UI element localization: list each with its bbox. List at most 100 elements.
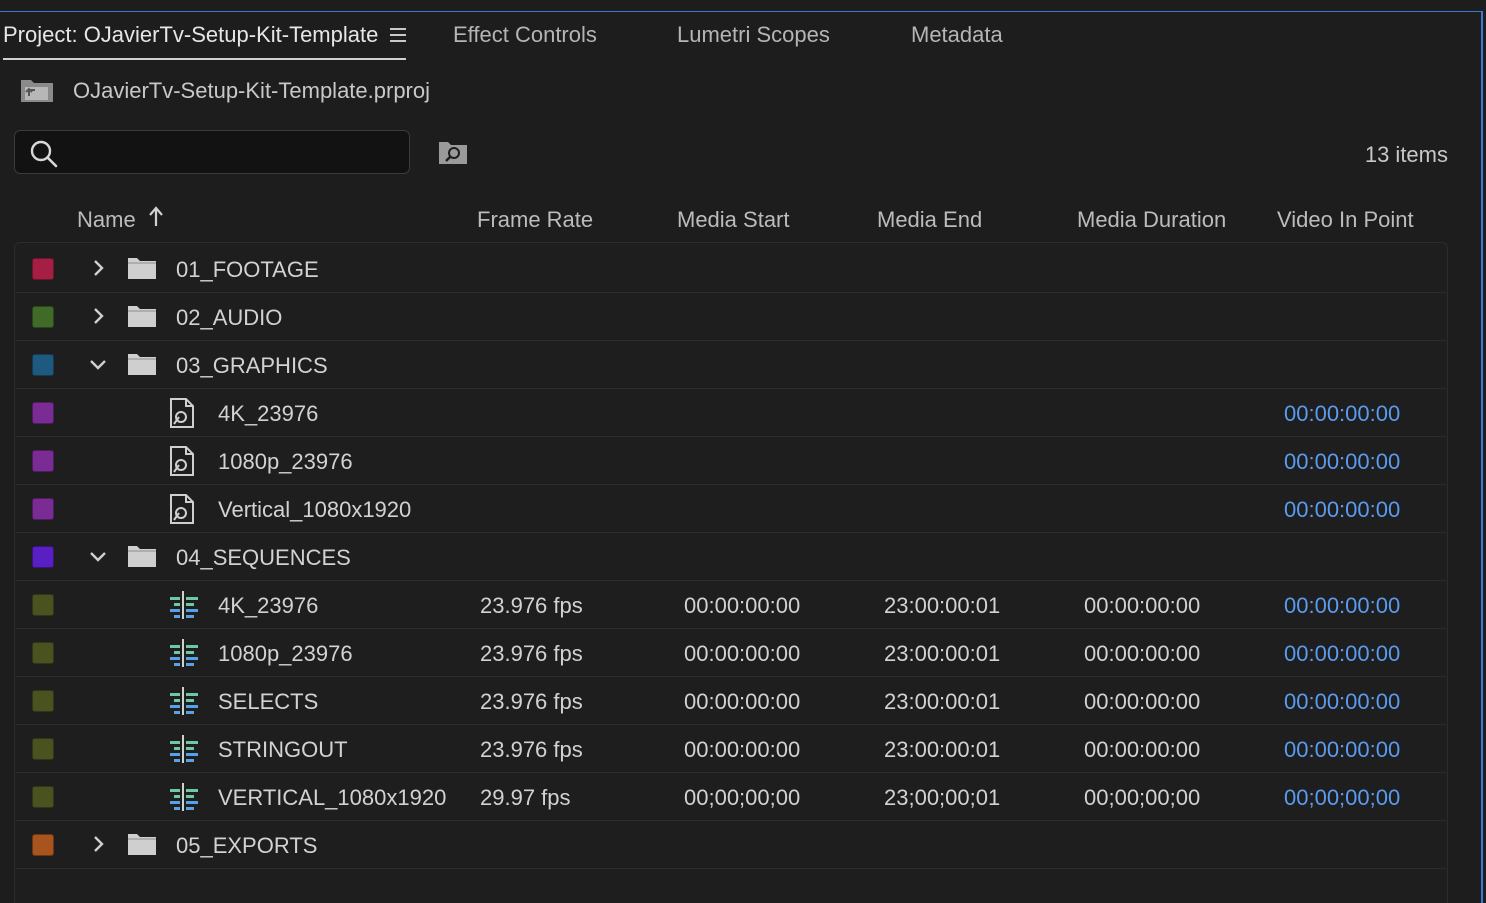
column-header-media-start[interactable]: Media Start — [677, 207, 790, 233]
frame-rate-cell: 23.976 fps — [480, 689, 583, 714]
chevron-right-icon[interactable] — [89, 307, 107, 325]
graphic-file-icon — [169, 398, 195, 433]
label-color-swatch[interactable] — [32, 642, 54, 664]
column-header-media-end[interactable]: Media End — [877, 207, 982, 233]
bin-row[interactable]: 03_GRAPHICS — [16, 341, 1446, 389]
media-end-cell: 23:00:00:01 — [884, 737, 1001, 762]
bin-row[interactable]: 01_FOOTAGE — [16, 245, 1446, 293]
sequence-icon — [169, 734, 199, 769]
label-color-swatch[interactable] — [32, 690, 54, 712]
table-row[interactable]: 4K_23976 23.976 fps 00:00:00:00 23:00:00:01… — [16, 581, 1446, 629]
label-color-swatch[interactable] — [32, 786, 54, 808]
table-row[interactable]: Vertical_1080x1920 00:00:00:00 — [16, 485, 1446, 533]
media-start-cell: 00:00:00:00 — [684, 641, 801, 666]
item-name[interactable]: 1080p_23976 — [218, 449, 353, 475]
video-in-point-cell[interactable]: 00:00:00:00 — [1284, 401, 1400, 427]
table-row[interactable]: 1080p_23976 00:00:00:00 — [16, 437, 1446, 485]
table-row[interactable]: 4K_23976 00:00:00:00 — [16, 389, 1446, 437]
video-in-point-cell[interactable]: 00:00:00:00 — [1284, 641, 1400, 667]
video-in-point-cell[interactable]: 00:00:00:00 — [1284, 689, 1400, 715]
bin-name[interactable]: 02_AUDIO — [176, 305, 282, 331]
item-name[interactable]: VERTICAL_1080x1920 — [218, 785, 446, 811]
chevron-right-icon[interactable] — [89, 259, 107, 277]
project-filename: OJavierTv-Setup-Kit-Template.prproj — [73, 78, 431, 103]
sequence-icon — [169, 782, 199, 817]
video-in-point-cell[interactable]: 00:00:00:00 — [1284, 497, 1400, 523]
media-duration-cell: 00:00:00:00 — [1084, 593, 1201, 618]
label-color-swatch[interactable] — [32, 498, 54, 520]
item-name[interactable]: SELECTS — [218, 689, 318, 715]
media-duration-cell: 00:00:00:00 — [1084, 689, 1201, 714]
label-color-swatch[interactable] — [32, 450, 54, 472]
video-in-point-cell[interactable]: 00;00;00;00 — [1284, 785, 1400, 811]
label-color-swatch[interactable] — [32, 402, 54, 424]
label-color-swatch[interactable] — [32, 354, 54, 376]
media-duration-cell: 00;00;00;00 — [1084, 785, 1201, 810]
media-end-cell: 23:00:00:01 — [884, 689, 1001, 714]
tab-metadata[interactable]: Metadata — [911, 22, 1003, 48]
tab-lumetri-scopes[interactable]: Lumetri Scopes — [677, 22, 830, 48]
item-name[interactable]: 4K_23976 — [218, 593, 318, 619]
search-box[interactable] — [14, 130, 410, 174]
tab-effect-controls[interactable]: Effect Controls — [453, 22, 597, 48]
table-row[interactable]: VERTICAL_1080x1920 29.97 fps 00;00;00;00 23… — [16, 773, 1446, 821]
bin-row[interactable]: 02_AUDIO — [16, 293, 1446, 341]
media-duration-cell: 00:00:00:00 — [1084, 737, 1201, 762]
column-header-frame-rate[interactable]: Frame Rate — [477, 207, 593, 233]
folder-icon — [127, 256, 157, 285]
active-tab-underline — [3, 58, 406, 60]
frame-rate-cell: 23.976 fps — [480, 737, 583, 762]
column-header-media-duration[interactable]: Media Duration — [1077, 207, 1226, 233]
folder-icon — [127, 832, 157, 861]
search-icon — [30, 140, 58, 173]
bin-name[interactable]: 04_SEQUENCES — [176, 545, 351, 571]
sequence-icon — [169, 638, 199, 673]
media-start-cell: 00:00:00:00 — [684, 737, 801, 762]
label-color-swatch[interactable] — [32, 738, 54, 760]
table-row[interactable]: STRINGOUT 23.976 fps 00:00:00:00 23:00:00:0… — [16, 725, 1446, 773]
item-name[interactable]: 4K_23976 — [218, 401, 318, 427]
table-row[interactable]: 1080p_23976 23.976 fps 00:00:00:00 23:00:00… — [16, 629, 1446, 677]
frame-rate-cell: 29.97 fps — [480, 785, 571, 810]
chevron-down-icon[interactable] — [89, 355, 107, 373]
folder-icon — [127, 544, 157, 573]
items-count: 13 items — [1364, 142, 1448, 167]
sort-ascending-icon[interactable] — [148, 206, 164, 233]
bin-row[interactable]: 05_EXPORTS — [16, 821, 1446, 869]
label-color-swatch[interactable] — [32, 258, 54, 280]
bin-name[interactable]: 05_EXPORTS — [176, 833, 317, 859]
sequence-icon — [169, 686, 199, 721]
media-duration-cell: 00:00:00:00 — [1084, 641, 1201, 666]
video-in-point-cell[interactable]: 00:00:00:00 — [1284, 449, 1400, 475]
folder-icon — [127, 352, 157, 381]
project-items-list: 01_FOOTAGE 02_AUDIO 03_GRAPHICS 4K_23976 00:… — [14, 242, 1448, 903]
column-header-video-in-point[interactable]: Video In Point — [1277, 207, 1414, 233]
label-color-swatch[interactable] — [32, 306, 54, 328]
tab-project[interactable]: Project: OJavierTv-Setup-Kit-Template — [3, 22, 378, 48]
find-in-bin-icon[interactable] — [438, 140, 468, 171]
video-in-point-cell[interactable]: 00:00:00:00 — [1284, 593, 1400, 619]
label-color-swatch[interactable] — [32, 834, 54, 856]
video-in-point-cell[interactable]: 00:00:00:00 — [1284, 737, 1400, 763]
bin-name[interactable]: 01_FOOTAGE — [176, 257, 319, 283]
column-header-name[interactable]: Name — [77, 207, 136, 233]
panel-menu-icon[interactable] — [390, 28, 406, 42]
item-name[interactable]: Vertical_1080x1920 — [218, 497, 411, 523]
item-name[interactable]: 1080p_23976 — [218, 641, 353, 667]
media-start-cell: 00:00:00:00 — [684, 689, 801, 714]
label-color-swatch[interactable] — [32, 594, 54, 616]
panel-focus-border-right — [1481, 11, 1483, 903]
bin-name[interactable]: 03_GRAPHICS — [176, 353, 328, 379]
graphic-file-icon — [169, 494, 195, 529]
search-input[interactable] — [75, 137, 399, 169]
sequence-icon — [169, 590, 199, 625]
label-color-swatch[interactable] — [32, 546, 54, 568]
item-name[interactable]: STRINGOUT — [218, 737, 348, 763]
table-row[interactable]: SELECTS 23.976 fps 00:00:00:00 23:00:00:01 0… — [16, 677, 1446, 725]
chevron-right-icon[interactable] — [89, 835, 107, 853]
media-end-cell: 23:00:00:01 — [884, 641, 1001, 666]
bin-row[interactable]: 04_SEQUENCES — [16, 533, 1446, 581]
chevron-down-icon[interactable] — [89, 547, 107, 565]
graphic-file-icon — [169, 446, 195, 481]
project-folder-up-icon[interactable] — [20, 77, 54, 108]
